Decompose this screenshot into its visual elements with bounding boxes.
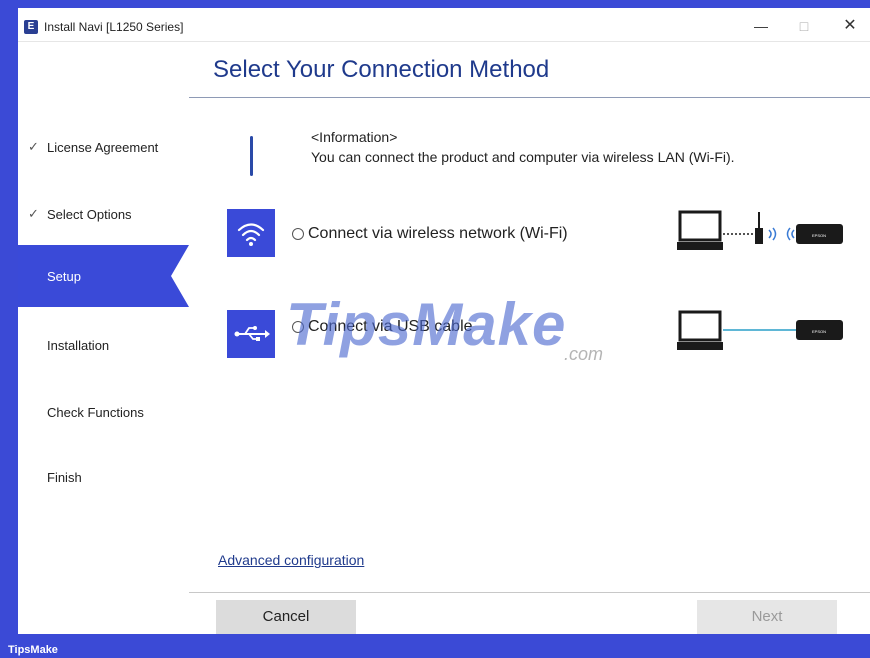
watermark-logo: TipsMake <box>286 291 567 358</box>
wifi-option-label: Connect via wireless network (Wi-Fi) <box>308 225 568 242</box>
active-step-notch <box>171 245 189 307</box>
wifi-icon[interactable] <box>227 209 275 257</box>
printer-brand-label: EPSON <box>812 233 826 238</box>
wifi-option-radio[interactable]: Connect via wireless network (Wi-Fi) <box>292 225 568 243</box>
usb-connection-diagram: EPSON <box>677 310 843 350</box>
sidebar-item-label: Setup <box>47 268 81 284</box>
window-title: Install Navi [L1250 Series] <box>44 20 184 34</box>
checkmark-icon: ✓ <box>28 206 39 221</box>
brand-footer-bar: TipsMake <box>0 634 870 658</box>
info-title: <Information> <box>311 129 398 145</box>
installer-window: E Install Navi [L1250 Series] — □ ✕ ✓ Li… <box>18 8 870 634</box>
info-text: You can connect the product and computer… <box>311 149 735 165</box>
sidebar-item-select-options: ✓ Select Options <box>18 183 189 245</box>
title-divider <box>189 97 870 98</box>
info-marker <box>250 136 253 176</box>
watermark-suffix: .com <box>564 344 604 364</box>
sidebar-item-label: Select Options <box>47 206 132 222</box>
sidebar-item-license-agreement: ✓ License Agreement <box>18 116 189 178</box>
app-icon: E <box>24 20 38 34</box>
advanced-configuration-link[interactable]: Advanced configuration <box>218 552 364 568</box>
sidebar-item-installation: Installation <box>18 314 189 376</box>
wifi-connection-diagram: EPSON <box>677 210 843 250</box>
sidebar-item-label: Finish <box>47 469 82 485</box>
cancel-button[interactable]: Cancel <box>216 600 356 634</box>
usb-icon[interactable] <box>227 310 275 358</box>
sidebar-item-label: License Agreement <box>47 139 159 155</box>
sidebar-item-label: Check Functions <box>47 404 144 420</box>
background-strip <box>0 0 18 658</box>
steps-sidebar: ✓ License Agreement ✓ Select Options Set… <box>18 42 189 634</box>
sidebar-item-check-functions: Check Functions <box>18 381 189 443</box>
checkmark-icon: ✓ <box>28 139 39 154</box>
title-bar: E Install Navi [L1250 Series] — □ ✕ <box>18 8 870 42</box>
minimize-button[interactable]: — <box>743 14 779 38</box>
footer-divider <box>189 592 870 593</box>
radio-button[interactable] <box>292 228 304 240</box>
sidebar-item-label: Installation <box>47 337 110 353</box>
close-button[interactable]: ✕ <box>832 14 868 38</box>
page-title: Select Your Connection Method <box>213 56 550 83</box>
printer-brand-label: EPSON <box>812 329 826 334</box>
sidebar-item-setup: Setup <box>18 245 189 307</box>
brand-footer-text: TipsMake <box>8 644 58 656</box>
maximize-button[interactable]: □ <box>786 14 822 38</box>
next-button[interactable]: Next <box>697 600 837 634</box>
sidebar-item-finish: Finish <box>18 446 189 508</box>
